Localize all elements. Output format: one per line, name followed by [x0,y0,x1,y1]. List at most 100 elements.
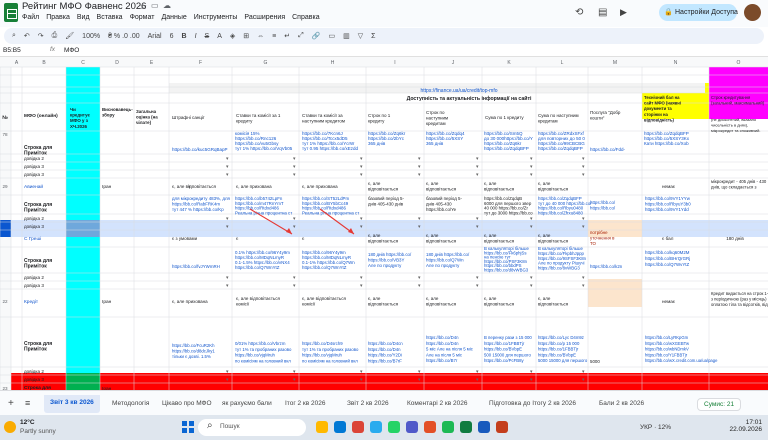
link-icon[interactable]: 🔗 [312,32,321,40]
chrome-icon[interactable] [352,421,364,433]
share-button[interactable]: Настройки Доступа [659,4,738,21]
excel-icon[interactable] [460,421,472,433]
grid-canvas[interactable]: A B C D E F G H I J K L M N Ohttps://finance.ua/ua/cre… [0,57,768,390]
dropdown-arrow-icon[interactable]: ▾ [530,172,533,178]
weather-desc[interactable]: Partly sunny [20,428,56,435]
link-cell[interactable]: https://bb.co/Q7WvYtZ [645,262,689,267]
print-icon[interactable]: ⎙ [52,32,58,40]
folder-icon[interactable]: ▭ [151,1,159,10]
link-cell[interactable]: https://bb.co/ZqdqBFP [484,146,529,151]
dropdown-arrow-icon[interactable]: ▾ [293,164,296,170]
italic-icon[interactable]: I [195,33,197,40]
dropdown-arrow-icon[interactable]: ▾ [582,172,585,178]
dropdown-arrow-icon[interactable]: ▾ [418,164,421,170]
link-cell[interactable]: https://bb.co/1FBBTjr [538,347,579,352]
link-cell[interactable]: https://bb.co/1FBBTjr [484,341,525,346]
link-cell[interactable]: https://bb.co/d8vWBG3 [484,268,529,273]
menu-format[interactable]: Формат [130,14,155,21]
link-cell[interactable]: https://bb.co/D4n [426,335,459,340]
menu-edit[interactable]: Правка [46,14,70,21]
taskbar-search[interactable]: Пошук [198,419,306,436]
dropdown-arrow-icon[interactable]: ▾ [530,156,533,162]
telegram-icon[interactable] [370,421,382,433]
app-icon[interactable] [424,421,436,433]
link-cell[interactable]: 0/01% https://bb.co/Vbrzm [235,341,286,346]
dropdown-arrow-icon[interactable]: ▾ [293,275,296,281]
menu-extensions[interactable]: Расширения [244,14,285,21]
link-cell[interactable]: https://bb.co/ [590,206,616,211]
dropdown-arrow-icon[interactable]: ▾ [418,156,421,162]
dropdown-arrow-icon[interactable]: ▾ [476,283,479,289]
tab-bali[interactable]: як рахуємо бали [222,400,272,407]
source-link[interactable]: https://finance.ua/ua/credit/top-mfo [421,88,498,94]
link-cell[interactable]: 365 днів [426,141,444,146]
mfo-name[interactable]: Авиенай [24,183,43,190]
language-indicator[interactable]: УКР [640,424,652,431]
link-cell[interactable]: https://bb.co/9VY1Ydd [645,207,689,212]
bold-icon[interactable]: B [182,33,187,40]
link-cell[interactable]: тут 1% https://bb.co/VqVb05 [235,146,293,151]
spreadsheet-grid[interactable]: A B C D E F G H I J K L M N Ohttps://finance.ua/ua/cre… [0,57,768,390]
tab-bali-2kv[interactable]: Бали 2 кв 2026 [599,400,644,407]
dropdown-arrow-icon[interactable]: ▾ [418,172,421,178]
dropdown-arrow-icon[interactable]: ▾ [226,172,229,178]
tab-itog-2kv[interactable]: Ітог 2 кв 2026 [285,400,326,407]
spotify-icon[interactable] [442,421,454,433]
tab-metodologiya[interactable]: Методологія [112,400,149,407]
text-color-icon[interactable]: A [217,33,222,40]
undo-icon[interactable]: ↶ [24,32,30,40]
link-cell[interactable]: https://bb.co/VB3Y [368,257,404,262]
link-cell[interactable]: https://bb.co/B7r [426,358,458,363]
link-cell[interactable]: https://bb.co/Q7WnYtZ [302,265,347,270]
mfo-name[interactable]: С Грешi [24,236,41,242]
link-cell[interactable]: https://bb.co/kq60M2M [645,250,690,255]
tab-pidgotovka[interactable]: Підготовка до Ітогу 2 кв 2026 [489,400,576,407]
search-icon[interactable]: ⌕ [12,32,16,40]
formula-input[interactable]: МФО [64,47,79,54]
whatsapp-icon[interactable] [388,421,400,433]
document-title[interactable]: Рейтинг МФО Фавненс 2026 [22,1,146,12]
link-cell[interactable]: Але по продукту [368,263,402,268]
paint-format-icon[interactable]: 🖌 [65,32,74,40]
all-sheets-icon[interactable]: ≡ [25,398,30,408]
dropdown-arrow-icon[interactable]: ▾ [418,275,421,281]
dropdown-arrow-icon[interactable]: ▾ [360,275,363,281]
link-cell[interactable]: https://bb.co/B7rF [368,358,402,363]
dropdown-arrow-icon[interactable]: ▾ [226,283,229,289]
link-cell[interactable]: https://bb.co/Y2Di [368,353,402,358]
borders-icon[interactable]: ⊞ [243,32,249,40]
link-cell[interactable]: тільки є дозві. 1.5% [172,354,211,359]
link-cell[interactable]: https://bb.co/Zfrxu8480 [538,210,583,215]
fill-color-icon[interactable]: ◈ [230,32,235,40]
zoom-select[interactable]: 100% [82,33,100,40]
link-cell[interactable]: https://bb.co/Q7Wn [426,257,464,262]
word-icon[interactable] [478,421,490,433]
link-cell[interactable]: https://bb.co/k2n [590,264,623,269]
clock[interactable]: 17:01 22.09.2026 [724,419,762,433]
link-cell[interactable]: https://bb.co/wXGEBTw [645,341,690,346]
weather-icon[interactable] [4,421,16,433]
menu-insert[interactable]: Вставка [97,14,123,21]
link-cell[interactable]: https://bb.co/ZqdqBFP [538,146,583,151]
dropdown-arrow-icon[interactable]: ▾ [360,156,363,162]
dropdown-arrow-icon[interactable]: ▾ [226,275,229,281]
powerpoint-icon[interactable] [496,421,508,433]
link-cell[interactable]: https://bb.co/RbyuY3b0 [645,202,691,207]
dropdown-arrow-icon[interactable]: ▾ [476,275,479,281]
file-explorer-icon[interactable] [316,421,328,433]
link-cell[interactable]: https://bb.co/ [590,200,616,205]
redo-icon[interactable]: ↷ [38,32,44,40]
link-cell[interactable]: Кати https://bb.co/Xob [644,141,689,146]
link-cell[interactable]: https://bb.co/D4n [426,341,459,346]
system-tray[interactable]: УКР · 12% [640,424,671,431]
mfo-name[interactable]: Кредіт [24,299,39,305]
link-cell[interactable]: 180 днів https://bb.co/ [368,252,412,257]
link-cell[interactable]: https://bb.co/vjqMruh [302,353,342,358]
comment-icon[interactable]: ▭ [328,32,335,40]
tab-tsikavo[interactable]: Цікаво про МФО [162,400,212,407]
dropdown-arrow-icon[interactable]: ▾ [360,283,363,289]
dropdown-arrow-icon[interactable]: ▾ [476,172,479,178]
link-cell[interactable]: https://bb.co/8vWBG3 [538,266,580,271]
dropdown-arrow-icon[interactable]: ▾ [418,283,421,289]
link-cell[interactable]: тут 1% та пробраних разово [302,347,359,352]
